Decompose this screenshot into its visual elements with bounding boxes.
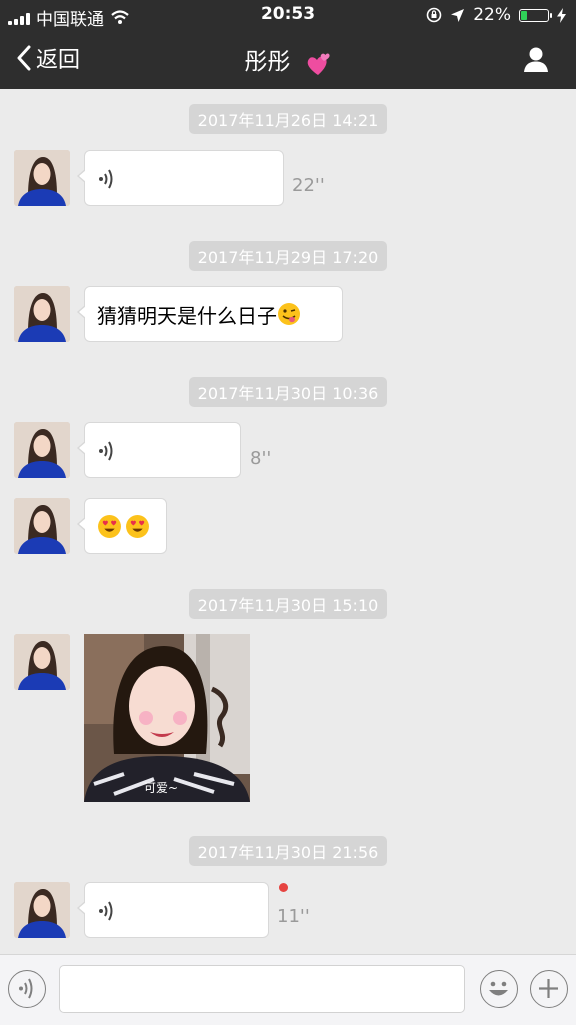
- battery-percent: 22%: [473, 5, 511, 25]
- voice-wave-icon: [99, 441, 113, 461]
- voice-message-bubble[interactable]: [77, 422, 241, 478]
- voice-wave-icon: [99, 901, 113, 921]
- message-text: 猜猜明天是什么日子: [97, 303, 277, 328]
- voice-duration: 22'': [292, 175, 325, 196]
- timestamp: 2017年11月29日 17:20: [0, 241, 576, 271]
- voice-message-bubble[interactable]: [77, 882, 269, 938]
- selfie-photo: [84, 634, 250, 802]
- timestamp: 2017年11月30日 21:56: [0, 836, 576, 866]
- person-icon[interactable]: [522, 45, 550, 73]
- unread-dot: [279, 883, 288, 892]
- avatar[interactable]: [14, 634, 70, 690]
- text-message-bubble[interactable]: 猜猜明天是什么日子: [77, 286, 343, 342]
- input-bar: [0, 954, 576, 1025]
- more-button[interactable]: [530, 970, 568, 1008]
- avatar[interactable]: [14, 882, 70, 938]
- plus-icon: [539, 979, 558, 998]
- battery-icon: [519, 8, 552, 22]
- emoji-button[interactable]: [480, 970, 518, 1008]
- orientation-lock-icon: [426, 7, 442, 23]
- voice-toggle-icon: [19, 978, 33, 999]
- avatar[interactable]: [14, 498, 70, 554]
- charging-icon: [557, 7, 566, 23]
- emoji-message-bubble[interactable]: [77, 498, 167, 554]
- voice-toggle-button[interactable]: [8, 970, 46, 1008]
- voice-duration: 11'': [277, 906, 310, 927]
- winking-tongue-emoji-icon: [278, 303, 300, 325]
- contact-name: 彤彤: [244, 49, 291, 75]
- status-bar: 中国联通 20:53 22%: [0, 0, 576, 30]
- location-icon: [451, 8, 465, 22]
- two-hearts-icon: [307, 53, 330, 75]
- message-input[interactable]: [59, 965, 465, 1013]
- chat-title: 彤彤: [0, 42, 576, 77]
- heart-eyes-emoji-icon: [98, 514, 121, 538]
- voice-message-bubble[interactable]: [77, 150, 284, 206]
- avatar[interactable]: [14, 422, 70, 478]
- timestamp: 2017年11月26日 14:21: [0, 104, 576, 134]
- timestamp: 2017年11月30日 10:36: [0, 377, 576, 407]
- heart-eyes-emoji-icon: [126, 514, 149, 538]
- timestamp: 2017年11月30日 15:10: [0, 589, 576, 619]
- image-message[interactable]: 可爱~: [84, 634, 250, 802]
- voice-wave-icon: [99, 169, 113, 189]
- voice-duration: 8'': [250, 448, 272, 469]
- avatar[interactable]: [14, 286, 70, 342]
- avatar[interactable]: [14, 150, 70, 206]
- smiley-icon: [489, 981, 508, 996]
- chat-header: 返回 彤彤: [0, 30, 576, 89]
- image-caption: 可爱~: [144, 781, 179, 795]
